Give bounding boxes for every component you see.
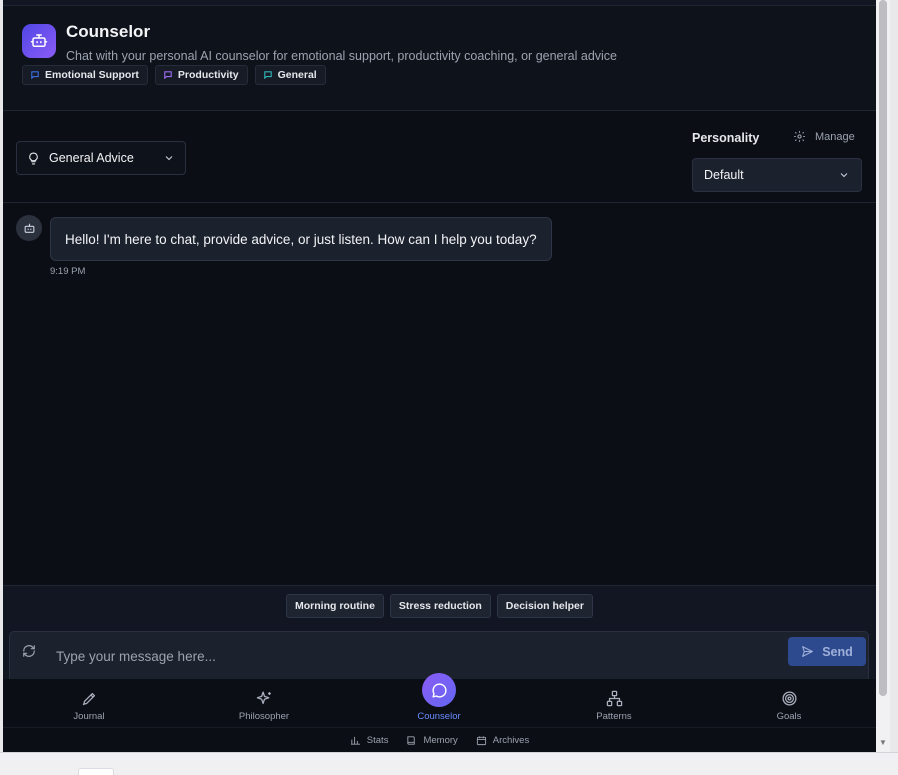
robot-logo-icon xyxy=(22,24,56,58)
chevron-down-icon xyxy=(165,156,173,161)
nav-label: Patterns xyxy=(596,711,632,722)
nav-item-journal[interactable]: Journal xyxy=(44,679,134,727)
send-icon xyxy=(802,646,814,657)
page-title: Counselor xyxy=(66,22,151,41)
page-header: Counselor Chat with your personal AI cou… xyxy=(3,6,876,111)
manage-button[interactable]: Manage xyxy=(793,130,855,143)
target-icon xyxy=(781,691,797,706)
mode-dropdown[interactable]: General Advice xyxy=(16,141,186,175)
personality-dropdown[interactable]: Default xyxy=(692,158,862,192)
tag-emotional-support[interactable]: Emotional Support xyxy=(22,65,148,85)
calendar-icon xyxy=(476,736,486,746)
message-square-icon xyxy=(31,71,39,79)
quick-prompt-stress-reduction[interactable]: Stress reduction xyxy=(389,594,491,618)
nav-label: Goals xyxy=(776,711,802,722)
scroll-down-arrow-icon[interactable]: ▼ xyxy=(879,738,887,747)
message-timestamp: 9:19 PM xyxy=(50,266,86,277)
tag-general[interactable]: General xyxy=(254,65,326,85)
quick-prompts: Morning routine Stress reduction Decisio… xyxy=(3,594,876,618)
counselor-app: Counselor Chat with your personal AI cou… xyxy=(3,0,876,752)
composer-section: Morning routine Stress reduction Decisio… xyxy=(3,585,876,752)
bot-avatar-icon xyxy=(16,215,42,241)
tag-label: Productivity xyxy=(177,69,239,81)
window-scrollbar[interactable]: ▼ xyxy=(876,0,890,752)
nav-item-stats[interactable]: Stats xyxy=(350,735,389,746)
subnav-label: Stats xyxy=(366,735,389,746)
message-square-icon xyxy=(164,71,172,79)
quick-prompt-decision-helper[interactable]: Decision helper xyxy=(496,594,593,618)
nav-item-patterns[interactable]: Patterns xyxy=(569,679,659,727)
nav-item-goals[interactable]: Goals xyxy=(744,679,834,727)
nav-item-counselor[interactable]: Counselor xyxy=(394,673,484,727)
browser-tab-stub[interactable] xyxy=(78,768,114,775)
refresh-icon[interactable] xyxy=(22,644,36,658)
nav-label: Counselor xyxy=(417,711,461,722)
send-label: Send xyxy=(822,644,853,659)
chat-area: Hello! I'm here to chat, provide advice,… xyxy=(3,204,876,585)
tag-label: Emotional Support xyxy=(45,69,139,81)
manage-label: Manage xyxy=(815,130,855,143)
nav-label: Journal xyxy=(73,711,105,722)
subnav-label: Memory xyxy=(423,735,458,746)
chat-bubble-icon xyxy=(422,673,456,707)
tag-productivity[interactable]: Productivity xyxy=(154,65,248,85)
nav-label: Philosopher xyxy=(238,711,290,722)
secondary-nav: Stats Memory Archives xyxy=(3,727,876,752)
personality-label: Personality xyxy=(692,131,760,145)
scrollbar-thumb[interactable] xyxy=(879,0,887,696)
chevron-down-icon xyxy=(840,173,848,178)
gear-icon xyxy=(794,131,805,142)
book-icon xyxy=(407,736,416,745)
message-square-icon xyxy=(263,71,272,79)
category-tags: Emotional Support Productivity General xyxy=(22,65,326,85)
page-subtitle: Chat with your personal AI counselor for… xyxy=(66,49,617,63)
bar-chart-icon xyxy=(350,736,360,745)
browser-bottom-strip xyxy=(0,752,898,775)
send-button[interactable]: Send xyxy=(788,637,866,666)
pen-nib-icon xyxy=(82,692,95,706)
subnav-label: Archives xyxy=(492,735,530,746)
message-composer: Send xyxy=(9,631,869,679)
bot-message-bubble: Hello! I'm here to chat, provide advice,… xyxy=(50,217,552,261)
tag-label: General xyxy=(277,69,317,81)
sparkles-icon xyxy=(256,691,271,705)
quick-prompt-morning-routine[interactable]: Morning routine xyxy=(286,594,384,618)
chat-controls: General Advice Personality Manage Defaul… xyxy=(3,112,876,203)
nav-item-archives[interactable]: Archives xyxy=(476,735,529,746)
message-input[interactable] xyxy=(56,645,776,667)
mode-value: General Advice xyxy=(49,151,134,165)
nav-item-memory[interactable]: Memory xyxy=(406,735,458,746)
personality-value: Default xyxy=(704,168,744,182)
nav-item-philosopher[interactable]: Philosopher xyxy=(219,679,309,727)
bottom-nav: Journal Philosopher Counselor Patterns G… xyxy=(3,673,876,727)
network-icon xyxy=(606,690,622,707)
lightbulb-icon xyxy=(29,152,38,164)
